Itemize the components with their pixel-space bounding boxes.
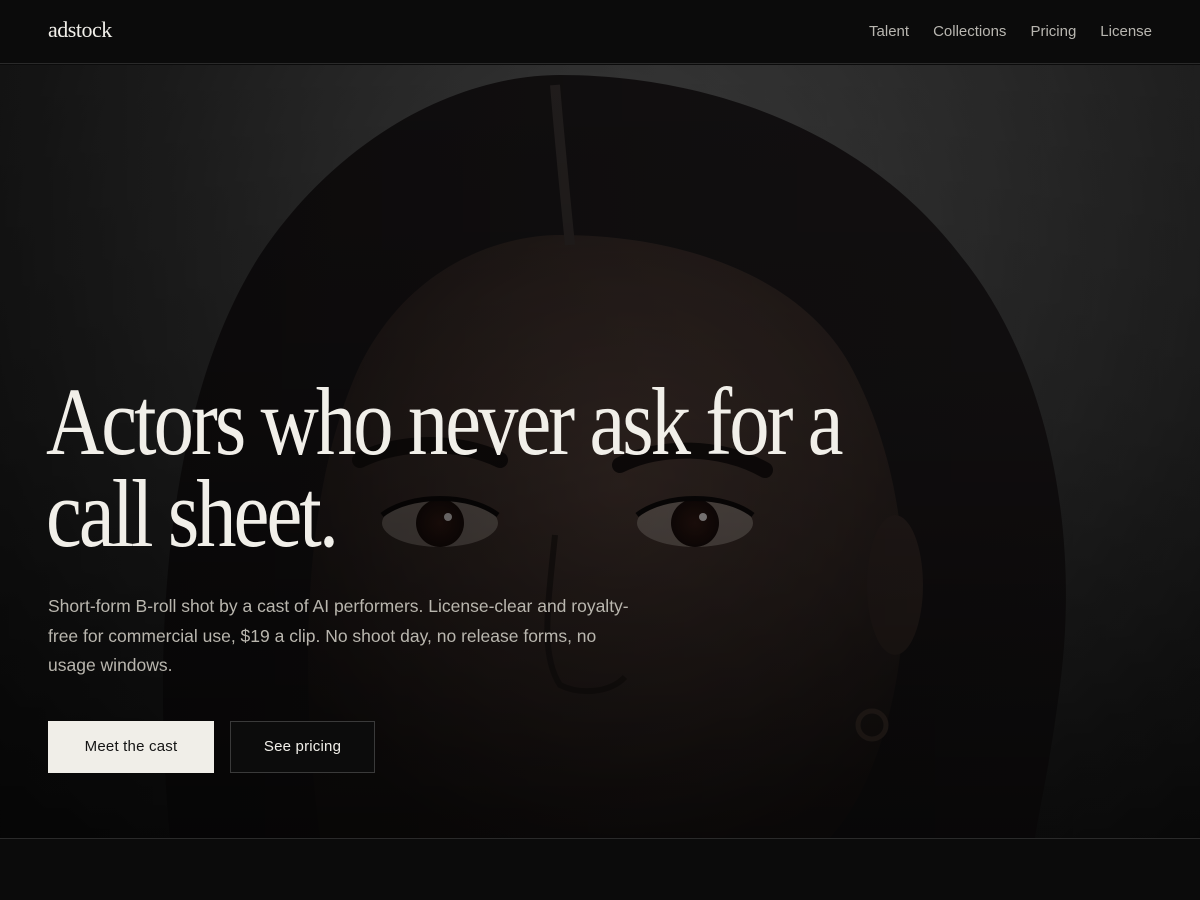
hero-headline: Actors who never ask for a call sheet.: [46, 368, 844, 567]
nav-link-pricing[interactable]: Pricing: [1030, 22, 1076, 42]
see-pricing-button[interactable]: See pricing: [230, 721, 375, 773]
top-navigation-bar: adstock Talent Collections Pricing Licen…: [0, 0, 1200, 64]
meet-the-cast-button[interactable]: Meet the cast: [48, 721, 214, 773]
next-section-band: [0, 838, 1200, 900]
nav-link-collections[interactable]: Collections: [933, 22, 1006, 42]
hero-section: Actors who never ask for a call sheet. S…: [0, 65, 1200, 838]
adstock-logo[interactable]: adstock: [48, 17, 112, 43]
nav-link-talent[interactable]: Talent: [869, 22, 909, 42]
nav-link-license[interactable]: License: [1100, 22, 1152, 42]
main-nav: Talent Collections Pricing License: [869, 22, 1152, 42]
hero-subcopy: Short-form B-roll shot by a cast of AI p…: [48, 596, 629, 675]
